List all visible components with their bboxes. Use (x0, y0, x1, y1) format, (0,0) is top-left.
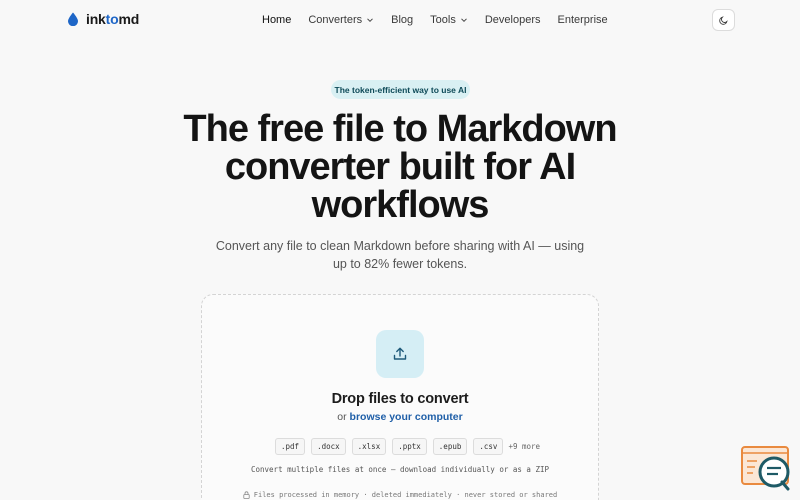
nav-item-blog[interactable]: Blog (383, 11, 421, 29)
supported-formats: .pdf .docx .xlsx .pptx .epub .csv +9 mor… (275, 438, 540, 455)
top-nav: inktomd Home Converters Blog Tools Devel… (0, 0, 800, 40)
upload-icon (393, 347, 407, 360)
nav-item-enterprise[interactable]: Enterprise (550, 11, 616, 29)
chat-help-icon (741, 446, 790, 491)
moon-icon (718, 16, 728, 25)
nav-item-tools[interactable]: Tools (422, 11, 476, 29)
privacy-note: Files processed in memory · deleted imme… (202, 491, 598, 499)
nav-item-home[interactable]: Home (254, 11, 299, 29)
browse-computer-link[interactable]: browse your computer (350, 411, 463, 423)
nav-item-converters[interactable]: Converters (300, 11, 382, 29)
hero-title: The free file to Markdown converter buil… (183, 108, 617, 226)
lock-icon (243, 491, 250, 499)
nav-item-developers[interactable]: Developers (477, 11, 549, 29)
format-chip-epub: .epub (432, 438, 468, 455)
hero-subtitle: Convert any file to clean Markdown befor… (215, 239, 585, 271)
format-chip-docx: .docx (311, 438, 346, 455)
brand-logo[interactable]: inktomd (67, 11, 139, 27)
hero-badge: The token-efficient way to use AI (331, 80, 470, 99)
dropzone-title: Drop files to convert (331, 391, 469, 407)
format-chip-xlsx: .xlsx (351, 438, 387, 455)
upload-button[interactable] (376, 330, 424, 378)
nav-links: Home Converters Blog Tools Developers En… (254, 11, 617, 29)
format-chip-pptx: .pptx (392, 438, 427, 455)
multi-file-note: Convert multiple files at once — downloa… (250, 465, 549, 474)
dropzone-or-line: or browse your computer (337, 411, 463, 423)
ink-drop-icon (68, 12, 78, 26)
chevron-down-icon (461, 18, 467, 23)
brand-name: inktomd (86, 11, 140, 27)
chevron-down-icon (367, 18, 373, 23)
help-chat-widget[interactable] (740, 445, 792, 491)
format-chip-pdf: .pdf (275, 438, 306, 455)
theme-toggle-button[interactable] (712, 9, 735, 31)
more-formats-label: +9 more (508, 442, 541, 451)
file-dropzone[interactable]: Drop files to convert or browse your com… (201, 294, 599, 500)
format-chip-csv: .csv (473, 438, 504, 455)
